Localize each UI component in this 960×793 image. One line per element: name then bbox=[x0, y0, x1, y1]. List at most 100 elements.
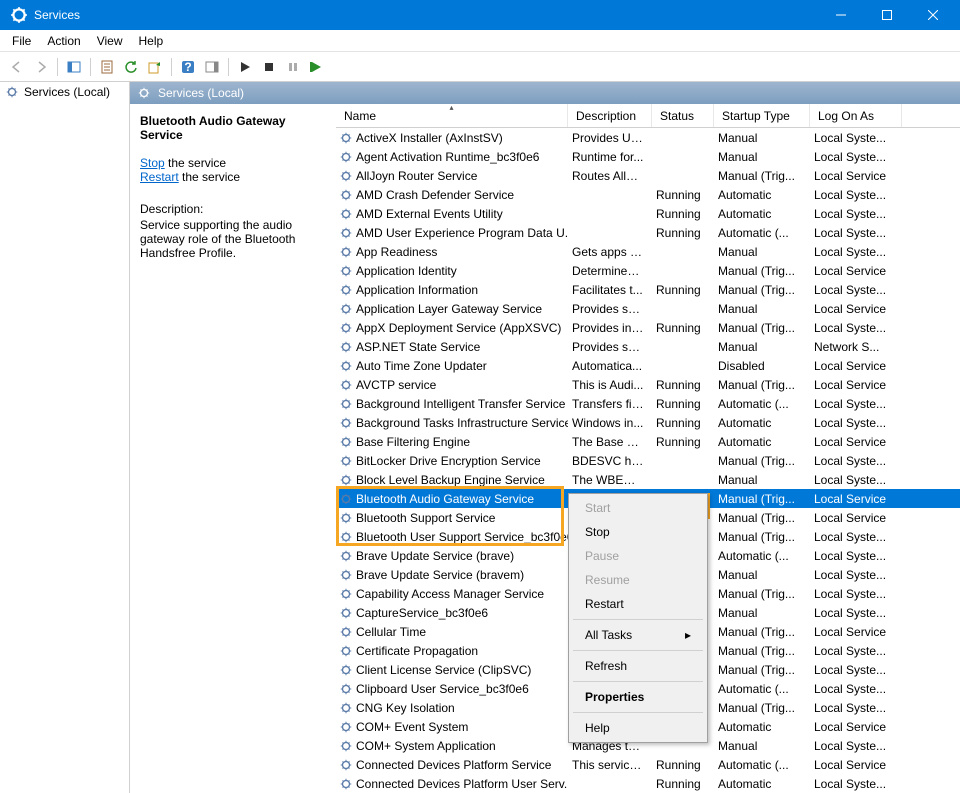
service-row[interactable]: BitLocker Drive Encryption ServiceBDESVC… bbox=[336, 451, 960, 470]
service-logon-cell: Local Syste... bbox=[810, 663, 902, 677]
service-row[interactable]: Agent Activation Runtime_bc3f0e6Runtime … bbox=[336, 147, 960, 166]
service-gear-icon bbox=[338, 320, 354, 336]
service-name-cell: Background Intelligent Transfer Service bbox=[356, 397, 565, 411]
service-row[interactable]: Background Intelligent Transfer ServiceT… bbox=[336, 394, 960, 413]
menu-bar: File Action View Help bbox=[0, 30, 960, 52]
pause-service-button[interactable] bbox=[282, 56, 304, 78]
service-desc-cell: Provides inf... bbox=[568, 321, 652, 335]
service-row[interactable]: AVCTP serviceThis is Audi...RunningManua… bbox=[336, 375, 960, 394]
service-row[interactable]: AppX Deployment Service (AppXSVC) Provide… bbox=[336, 318, 960, 337]
maximize-button[interactable] bbox=[864, 0, 910, 30]
cm-resume[interactable]: Resume bbox=[571, 568, 705, 592]
service-startup-cell: Automatic bbox=[714, 720, 810, 734]
restart-service-button[interactable] bbox=[306, 56, 328, 78]
service-startup-cell: Manual bbox=[714, 302, 810, 316]
column-logon-as[interactable]: Log On As bbox=[810, 104, 902, 127]
service-startup-cell: Manual (Trig... bbox=[714, 492, 810, 506]
cm-restart[interactable]: Restart bbox=[571, 592, 705, 616]
service-row[interactable]: ASP.NET State ServiceProvides su...Manua… bbox=[336, 337, 960, 356]
properties-button[interactable] bbox=[96, 56, 118, 78]
service-row[interactable]: Connected Devices Platform ServiceThis s… bbox=[336, 755, 960, 774]
tree-root-services[interactable]: Services (Local) bbox=[0, 82, 129, 102]
service-gear-icon bbox=[338, 206, 354, 222]
service-row[interactable]: Base Filtering EngineThe Base Fil...Runn… bbox=[336, 432, 960, 451]
restart-service-link[interactable]: Restart bbox=[140, 170, 179, 184]
service-logon-cell: Local Service bbox=[810, 511, 902, 525]
cm-pause[interactable]: Pause bbox=[571, 544, 705, 568]
stop-service-button[interactable] bbox=[258, 56, 280, 78]
service-row[interactable]: AllJoyn Router ServiceRoutes AllJo...Man… bbox=[336, 166, 960, 185]
service-name-cell: Bluetooth Audio Gateway Service bbox=[356, 492, 534, 506]
service-logon-cell: Local Service bbox=[810, 169, 902, 183]
menu-help[interactable]: Help bbox=[131, 32, 172, 50]
cm-refresh[interactable]: Refresh bbox=[571, 654, 705, 678]
export-list-button[interactable] bbox=[144, 56, 166, 78]
service-row[interactable]: Application InformationFacilitates t...R… bbox=[336, 280, 960, 299]
menu-action[interactable]: Action bbox=[39, 32, 88, 50]
nav-back-button[interactable] bbox=[6, 56, 28, 78]
selected-service-name: Bluetooth Audio Gateway Service bbox=[140, 114, 326, 142]
cm-start[interactable]: Start bbox=[571, 496, 705, 520]
service-startup-cell: Manual bbox=[714, 739, 810, 753]
toolbar-separator-icon bbox=[171, 58, 172, 76]
service-desc-cell: The Base Fil... bbox=[568, 435, 652, 449]
service-row[interactable]: App ReadinessGets apps re...ManualLocal … bbox=[336, 242, 960, 261]
service-desc-cell: Facilitates t... bbox=[568, 283, 652, 297]
help-button[interactable]: ? bbox=[177, 56, 199, 78]
service-logon-cell: Local Syste... bbox=[810, 530, 902, 544]
menu-file[interactable]: File bbox=[4, 32, 39, 50]
service-row[interactable]: Application Layer Gateway ServiceProvide… bbox=[336, 299, 960, 318]
service-logon-cell: Local Service bbox=[810, 359, 902, 373]
services-icon bbox=[136, 85, 152, 101]
cm-all-tasks[interactable]: All Tasks▸ bbox=[571, 623, 705, 647]
cm-properties[interactable]: Properties bbox=[571, 685, 705, 709]
service-startup-cell: Automatic bbox=[714, 777, 810, 791]
service-name-cell: Brave Update Service (bravem) bbox=[356, 568, 524, 582]
show-hide-action-pane-button[interactable] bbox=[201, 56, 223, 78]
stop-service-link[interactable]: Stop bbox=[140, 156, 165, 170]
service-name-cell: AppX Deployment Service (AppXSVC) bbox=[356, 321, 561, 335]
service-startup-cell: Manual bbox=[714, 473, 810, 487]
column-name[interactable]: Name▴ bbox=[336, 104, 568, 127]
service-row[interactable]: Block Level Backup Engine ServiceThe WBE… bbox=[336, 470, 960, 489]
service-desc-cell: Gets apps re... bbox=[568, 245, 652, 259]
services-list: Name▴ Description Status Startup Type Lo… bbox=[336, 104, 960, 793]
close-button[interactable] bbox=[910, 0, 956, 30]
service-row[interactable]: Connected Devices Platform User Serv...R… bbox=[336, 774, 960, 793]
service-desc-cell: Windows in... bbox=[568, 416, 652, 430]
service-name-cell: Capability Access Manager Service bbox=[356, 587, 544, 601]
nav-forward-button[interactable] bbox=[30, 56, 52, 78]
show-hide-console-button[interactable] bbox=[63, 56, 85, 78]
column-status[interactable]: Status bbox=[652, 104, 714, 127]
refresh-button[interactable] bbox=[120, 56, 142, 78]
service-name-cell: Cellular Time bbox=[356, 625, 426, 639]
service-name-cell: Base Filtering Engine bbox=[356, 435, 470, 449]
start-service-button[interactable] bbox=[234, 56, 256, 78]
service-status-cell: Running bbox=[652, 758, 714, 772]
service-logon-cell: Local Service bbox=[810, 625, 902, 639]
service-row[interactable]: Application IdentityDetermines ...Manual… bbox=[336, 261, 960, 280]
service-row[interactable]: Background Tasks Infrastructure ServiceW… bbox=[336, 413, 960, 432]
service-startup-cell: Automatic (... bbox=[714, 397, 810, 411]
minimize-button[interactable] bbox=[818, 0, 864, 30]
service-row[interactable]: Auto Time Zone UpdaterAutomatica...Disab… bbox=[336, 356, 960, 375]
menu-view[interactable]: View bbox=[89, 32, 131, 50]
service-logon-cell: Local Syste... bbox=[810, 587, 902, 601]
service-gear-icon bbox=[338, 681, 354, 697]
toolbar-separator-icon bbox=[57, 58, 58, 76]
service-row[interactable]: AMD User Experience Program Data U...Run… bbox=[336, 223, 960, 242]
service-gear-icon bbox=[338, 415, 354, 431]
service-row[interactable]: AMD Crash Defender ServiceRunningAutomat… bbox=[336, 185, 960, 204]
service-logon-cell: Local Syste... bbox=[810, 188, 902, 202]
service-logon-cell: Local Syste... bbox=[810, 473, 902, 487]
cm-help[interactable]: Help bbox=[571, 716, 705, 740]
description-text: Service supporting the audio gateway rol… bbox=[140, 218, 326, 260]
stop-service-line: Stop the service bbox=[140, 156, 326, 170]
cm-stop[interactable]: Stop bbox=[571, 520, 705, 544]
column-description[interactable]: Description bbox=[568, 104, 652, 127]
column-startup-type[interactable]: Startup Type bbox=[714, 104, 810, 127]
service-name-cell: BitLocker Drive Encryption Service bbox=[356, 454, 541, 468]
service-row[interactable]: ActiveX Installer (AxInstSV)Provides Us.… bbox=[336, 128, 960, 147]
service-name-cell: CaptureService_bc3f0e6 bbox=[356, 606, 488, 620]
service-row[interactable]: AMD External Events UtilityRunningAutoma… bbox=[336, 204, 960, 223]
